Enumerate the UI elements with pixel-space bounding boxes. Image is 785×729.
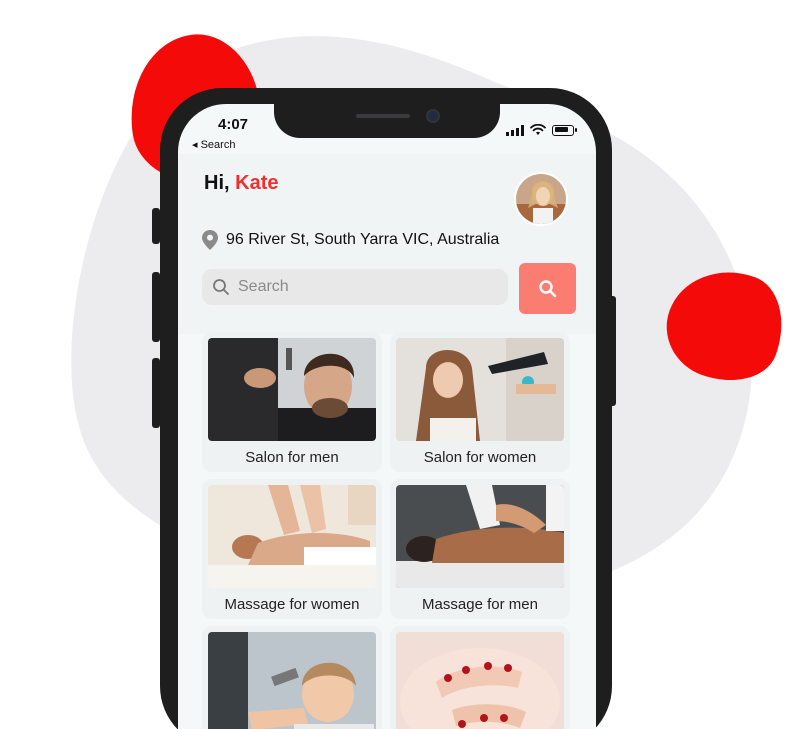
salon-women-photo xyxy=(396,338,564,441)
category-label: Salon for men xyxy=(245,449,339,466)
front-camera xyxy=(426,109,440,123)
nails-photo xyxy=(396,632,564,729)
salon-men-photo xyxy=(208,338,376,441)
speaker xyxy=(356,114,410,118)
category-label: Salon for women xyxy=(423,449,537,466)
greeting: Hi, Kate xyxy=(204,172,278,195)
volume-down-button xyxy=(152,358,160,428)
location-pin-icon xyxy=(202,230,218,250)
search-input[interactable] xyxy=(238,278,498,296)
kids-haircut-photo xyxy=(208,632,376,729)
search-button[interactable] xyxy=(519,263,576,314)
category-label: Massage for men xyxy=(422,596,538,613)
signal-icon xyxy=(506,124,524,136)
avatar[interactable] xyxy=(514,172,568,226)
massage-women-photo xyxy=(208,485,376,588)
address-text: 96 River St, South Yarra VIC, Australia xyxy=(226,231,500,248)
volume-up-button xyxy=(152,272,160,342)
category-card-kids-haircut[interactable] xyxy=(202,626,382,729)
wifi-icon xyxy=(530,124,546,135)
mute-switch xyxy=(152,208,160,244)
back-to-search-link[interactable]: ◂ Search xyxy=(192,138,235,151)
category-card-salon-men[interactable]: Salon for men xyxy=(202,332,382,472)
location-row[interactable]: 96 River St, South Yarra VIC, Australia xyxy=(202,230,499,250)
status-icons xyxy=(506,124,577,136)
category-card-nails[interactable] xyxy=(390,626,570,729)
search-button-icon xyxy=(538,279,556,297)
user-name: Kate xyxy=(235,172,279,194)
massage-men-photo xyxy=(396,485,564,588)
greeting-prefix: Hi, xyxy=(204,172,230,194)
battery-icon xyxy=(552,124,577,136)
phone-screen: 4:07 ◂ Search Hi, Kate 96 River St, Sout… xyxy=(178,104,596,729)
category-card-massage-women[interactable]: Massage for women xyxy=(202,479,382,619)
status-time: 4:07 xyxy=(218,116,249,133)
notch xyxy=(274,104,500,138)
category-label: Massage for women xyxy=(224,596,360,613)
category-card-massage-men[interactable]: Massage for men xyxy=(390,479,570,619)
category-card-salon-women[interactable]: Salon for women xyxy=(390,332,570,472)
search-field[interactable] xyxy=(202,269,508,305)
search-icon xyxy=(213,279,229,295)
